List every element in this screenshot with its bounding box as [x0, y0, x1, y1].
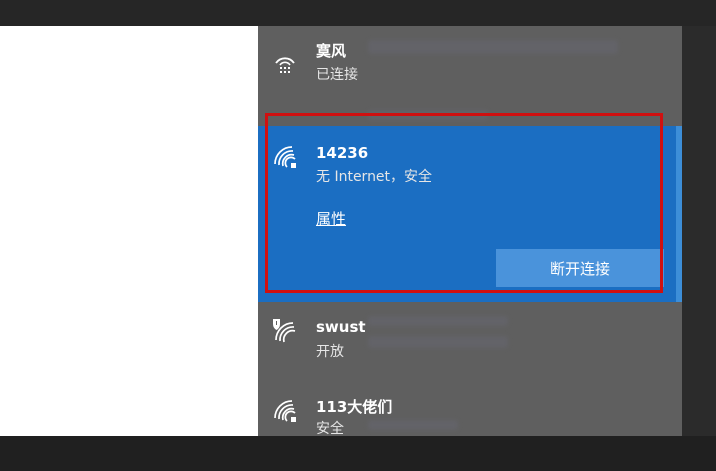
network-item-mofeng[interactable]: 寞风 已连接	[258, 26, 682, 116]
wifi-open-shield-icon	[272, 318, 298, 344]
network-status: 开放	[316, 344, 344, 360]
network-status: 安全	[316, 421, 344, 436]
properties-link[interactable]: 属性	[316, 208, 346, 229]
network-name: 寞风	[316, 42, 347, 60]
network-name: 113大佬们	[316, 398, 393, 416]
wifi-secure-icon	[272, 144, 298, 170]
selected-accent	[676, 126, 682, 302]
disconnect-button[interactable]: 断开连接	[496, 249, 664, 287]
network-flyout: 寞风 已连接 14236 无 Internet，安全 属性 断开连接 swust…	[258, 26, 682, 436]
network-item-swust[interactable]: swust 开放	[258, 306, 682, 376]
ethernet-icon	[272, 50, 298, 76]
top-bar	[0, 0, 716, 26]
network-status: 已连接	[316, 67, 358, 83]
network-status: 无 Internet，安全	[316, 169, 433, 185]
network-item-113[interactable]: 113大佬们 安全	[258, 386, 682, 436]
right-edge	[682, 26, 716, 436]
wifi-secure-icon	[272, 398, 298, 424]
network-name: swust	[316, 318, 366, 336]
network-name: 14236	[316, 144, 369, 162]
network-item-14236[interactable]: 14236 无 Internet，安全 属性 断开连接	[258, 126, 682, 302]
bottom-bar	[0, 436, 716, 471]
left-pane	[0, 26, 258, 436]
